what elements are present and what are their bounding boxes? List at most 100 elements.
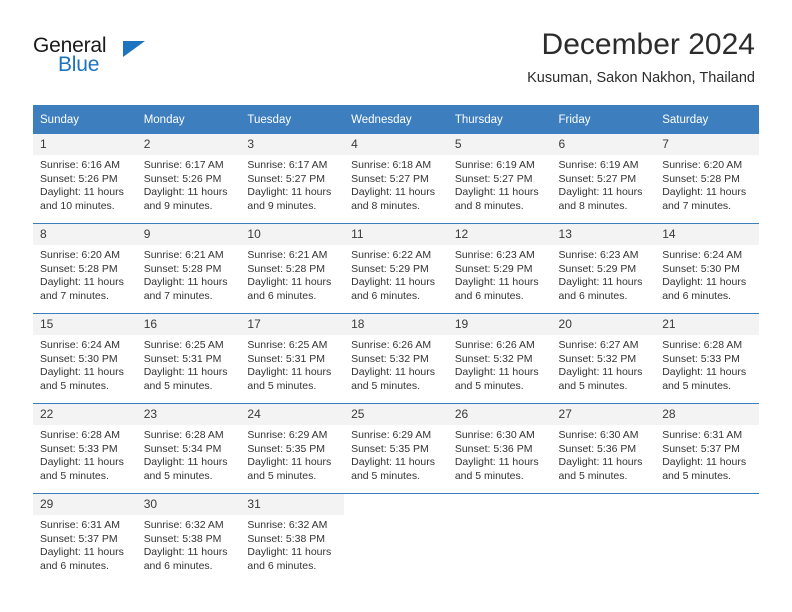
calendar-day-cell[interactable]: 15 Sunrise: 6:24 AM Sunset: 5:30 PM Dayligh… [33, 313, 137, 404]
calendar-day-cell[interactable]: 29 Sunrise: 6:31 AM Sunset: 5:37 PM Dayligh… [33, 493, 137, 583]
sunset-text: Sunset: 5:29 PM [558, 262, 637, 275]
sunset-text: Sunset: 5:34 PM [143, 442, 222, 455]
calendar-day-cell[interactable]: 22 Sunrise: 6:28 AM Sunset: 5:33 PM Dayligh… [33, 403, 137, 494]
calendar-day-cell[interactable]: 3 Sunrise: 6:17 AM Sunset: 5:27 PM Daylight… [240, 134, 345, 224]
calendar-day-cell[interactable]: 10 Sunrise: 6:21 AM Sunset: 5:28 PM Dayligh… [240, 223, 345, 314]
calendar-day-cell[interactable]: 30 Sunrise: 6:32 AM Sunset: 5:38 PM Dayligh… [136, 493, 241, 583]
calendar-day-cell[interactable]: 31 Sunrise: 6:32 AM Sunset: 5:38 PM Dayligh… [240, 493, 345, 583]
sunrise-text: Sunrise: 6:30 AM [454, 429, 535, 441]
sunrise-text: Sunrise: 6:26 AM [351, 339, 432, 351]
general-blue-logo[interactable]: General Blue [33, 34, 193, 84]
weekday-header-thursday: Thursday [447, 105, 552, 134]
calendar-header-row-group: Sunday Monday Tuesday Wednesday Thursday… [33, 105, 759, 134]
calendar-week-row: 22 Sunrise: 6:28 AM Sunset: 5:33 PM Dayligh… [33, 403, 759, 494]
daylight-text: Daylight: 11 hours and 5 minutes. [454, 456, 539, 482]
calendar-day-cell[interactable]: 13 Sunrise: 6:23 AM Sunset: 5:29 PM Dayligh… [551, 223, 656, 314]
daylight-text: Daylight: 11 hours and 5 minutes. [40, 456, 124, 482]
sunset-text: Sunset: 5:29 PM [351, 262, 429, 275]
sunset-text: Sunset: 5:28 PM [247, 262, 326, 275]
calendar-day-cell[interactable]: 7 Sunrise: 6:20 AM Sunset: 5:28 PM Daylight… [655, 134, 759, 224]
daylight-text: Daylight: 11 hours and 6 minutes. [247, 546, 332, 572]
calendar-day-cell[interactable]: 5 Sunrise: 6:19 AM Sunset: 5:27 PM Daylight… [447, 134, 552, 224]
calendar-day-cell[interactable]: 11 Sunrise: 6:22 AM Sunset: 5:29 PM Dayligh… [344, 223, 448, 314]
calendar-day-cell[interactable]: 26 Sunrise: 6:30 AM Sunset: 5:36 PM Dayligh… [447, 403, 552, 494]
daylight-text: Daylight: 11 hours and 5 minutes. [351, 366, 435, 392]
calendar-day-cell[interactable]: 23 Sunrise: 6:28 AM Sunset: 5:34 PM Dayligh… [136, 403, 241, 494]
sunset-text: Sunset: 5:29 PM [454, 262, 533, 275]
daylight-text: Daylight: 11 hours and 5 minutes. [351, 456, 435, 482]
calendar-day-cell[interactable]: 12 Sunrise: 6:23 AM Sunset: 5:29 PM Dayligh… [447, 223, 552, 314]
day-number: 12 [447, 224, 552, 245]
sunset-text: Sunset: 5:26 PM [143, 172, 222, 185]
title-block: December 2024 Kusuman, Sakon Nakhon, Tha… [527, 28, 755, 88]
calendar-day-cell[interactable]: 16 Sunrise: 6:25 AM Sunset: 5:31 PM Dayligh… [136, 313, 241, 404]
sunset-text: Sunset: 5:31 PM [247, 352, 326, 365]
daylight-text: Daylight: 11 hours and 5 minutes. [247, 456, 332, 482]
calendar-week-row: 15 Sunrise: 6:24 AM Sunset: 5:30 PM Dayligh… [33, 313, 759, 404]
calendar-day-cell[interactable]: 14 Sunrise: 6:24 AM Sunset: 5:30 PM Dayligh… [655, 223, 759, 314]
calendar-day-cell[interactable]: 17 Sunrise: 6:25 AM Sunset: 5:31 PM Dayligh… [240, 313, 345, 404]
day-details: Sunrise: 6:30 AM Sunset: 5:36 PM Daylight:… [448, 425, 552, 483]
daylight-text: Daylight: 11 hours and 5 minutes. [143, 366, 228, 392]
day-number: 21 [655, 314, 759, 335]
calendar-day-cell[interactable]: 2 Sunrise: 6:17 AM Sunset: 5:26 PM Daylight… [136, 134, 241, 224]
sunset-text: Sunset: 5:26 PM [40, 172, 118, 185]
sunset-text: Sunset: 5:33 PM [40, 442, 118, 455]
sunrise-text: Sunrise: 6:28 AM [143, 429, 224, 441]
day-number [344, 494, 448, 515]
calendar-day-cell[interactable]: 6 Sunrise: 6:19 AM Sunset: 5:27 PM Daylight… [551, 134, 656, 224]
day-details: Sunrise: 6:28 AM Sunset: 5:34 PM Daylight:… [137, 425, 241, 483]
day-number: 6 [551, 134, 656, 155]
calendar-day-cell[interactable]: 19 Sunrise: 6:26 AM Sunset: 5:32 PM Dayligh… [447, 313, 552, 404]
daylight-text: Daylight: 11 hours and 6 minutes. [143, 546, 228, 572]
day-details: Sunrise: 6:16 AM Sunset: 5:26 PM Daylight:… [33, 155, 137, 213]
calendar-day-cell[interactable]: 24 Sunrise: 6:29 AM Sunset: 5:35 PM Dayligh… [240, 403, 345, 494]
day-number: 11 [344, 224, 448, 245]
calendar-day-cell[interactable]: 21 Sunrise: 6:28 AM Sunset: 5:33 PM Dayligh… [655, 313, 759, 404]
calendar-day-cell[interactable]: 8 Sunrise: 6:20 AM Sunset: 5:28 PM Daylight… [33, 223, 137, 314]
day-number: 4 [344, 134, 448, 155]
sunset-text: Sunset: 5:38 PM [247, 532, 326, 545]
logo-text-blue: Blue [58, 53, 100, 76]
day-number: 13 [551, 224, 656, 245]
day-details: Sunrise: 6:25 AM Sunset: 5:31 PM Daylight:… [137, 335, 241, 393]
sunset-text: Sunset: 5:32 PM [454, 352, 533, 365]
daylight-text: Daylight: 11 hours and 7 minutes. [662, 186, 747, 212]
day-number: 7 [655, 134, 759, 155]
day-details: Sunrise: 6:17 AM Sunset: 5:26 PM Daylight:… [137, 155, 241, 213]
sunrise-text: Sunrise: 6:17 AM [143, 159, 224, 171]
sunrise-text: Sunrise: 6:19 AM [558, 159, 639, 171]
day-number: 5 [447, 134, 552, 155]
sunrise-text: Sunrise: 6:19 AM [454, 159, 535, 171]
sunrise-text: Sunrise: 6:26 AM [454, 339, 535, 351]
day-details: Sunrise: 6:31 AM Sunset: 5:37 PM Daylight:… [655, 425, 759, 483]
sunrise-text: Sunrise: 6:24 AM [40, 339, 120, 351]
daylight-text: Daylight: 11 hours and 6 minutes. [351, 276, 435, 302]
calendar-day-cell-empty [655, 493, 759, 583]
sunrise-text: Sunrise: 6:25 AM [143, 339, 224, 351]
sunrise-text: Sunrise: 6:32 AM [143, 519, 224, 531]
sunset-text: Sunset: 5:36 PM [558, 442, 637, 455]
calendar-day-cell[interactable]: 1 Sunrise: 6:16 AM Sunset: 5:26 PM Daylight… [33, 134, 137, 224]
day-details: Sunrise: 6:28 AM Sunset: 5:33 PM Daylight:… [655, 335, 759, 393]
sunrise-text: Sunrise: 6:23 AM [454, 249, 535, 261]
calendar-day-cell[interactable]: 18 Sunrise: 6:26 AM Sunset: 5:32 PM Dayligh… [344, 313, 448, 404]
day-number: 3 [240, 134, 345, 155]
calendar-day-cell[interactable]: 27 Sunrise: 6:30 AM Sunset: 5:36 PM Dayligh… [551, 403, 656, 494]
calendar-day-cell[interactable]: 25 Sunrise: 6:29 AM Sunset: 5:35 PM Dayligh… [344, 403, 448, 494]
day-details: Sunrise: 6:19 AM Sunset: 5:27 PM Daylight:… [552, 155, 656, 213]
sunrise-text: Sunrise: 6:20 AM [662, 159, 743, 171]
calendar-day-cell[interactable]: 4 Sunrise: 6:18 AM Sunset: 5:27 PM Daylight… [344, 134, 448, 224]
calendar-day-cell[interactable]: 20 Sunrise: 6:27 AM Sunset: 5:32 PM Dayligh… [551, 313, 656, 404]
calendar-day-cell[interactable]: 9 Sunrise: 6:21 AM Sunset: 5:28 PM Daylight… [136, 223, 241, 314]
calendar-day-cell[interactable]: 28 Sunrise: 6:31 AM Sunset: 5:37 PM Dayligh… [655, 403, 759, 494]
calendar-week-row: 29 Sunrise: 6:31 AM Sunset: 5:37 PM Dayligh… [33, 493, 759, 583]
daylight-text: Daylight: 11 hours and 7 minutes. [40, 276, 124, 302]
daylight-text: Daylight: 11 hours and 6 minutes. [662, 276, 747, 302]
day-number: 22 [33, 404, 137, 425]
day-details: Sunrise: 6:18 AM Sunset: 5:27 PM Daylight:… [344, 155, 448, 213]
day-details: Sunrise: 6:30 AM Sunset: 5:36 PM Daylight:… [552, 425, 656, 483]
day-number [447, 494, 552, 515]
calendar-body: 1 Sunrise: 6:16 AM Sunset: 5:26 PM Daylight… [33, 134, 759, 583]
day-number [655, 494, 759, 515]
